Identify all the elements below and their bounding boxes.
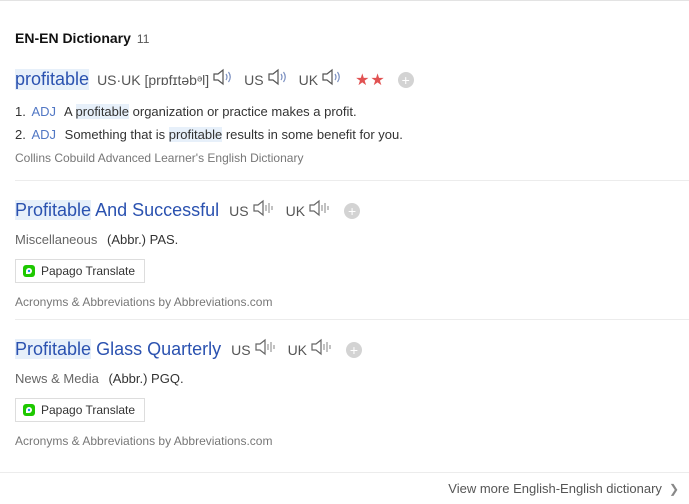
headword-link[interactable]: profitable — [15, 69, 90, 90]
headword-link[interactable]: Profitable Glass Quarterly — [15, 339, 221, 360]
papago-translate-button[interactable]: Papago Translate — [15, 398, 146, 422]
divider — [15, 180, 689, 181]
entry-profitable-and-successful: Profitable And Successful US UK + Miscel… — [15, 198, 689, 309]
speaker-icon[interactable] — [254, 337, 278, 362]
entry-meta: News & Media (Abbr.) PGQ. — [15, 371, 689, 386]
uk-label: UK — [285, 202, 306, 219]
view-more-bar: View more English-English dictionary ❯ — [0, 472, 689, 504]
us-label: US — [244, 71, 264, 88]
speaker-icon[interactable] — [310, 337, 334, 362]
pronunciation: US·UK [prɒfɪtəbᵊl] — [97, 71, 210, 88]
papago-icon — [23, 265, 35, 277]
entry-meta: Miscellaneous (Abbr.) PAS. — [15, 232, 689, 247]
speaker-icon[interactable] — [308, 198, 332, 223]
definition-item: 2. ADJ Something that is profitable resu… — [15, 127, 403, 142]
uk-label: UK — [287, 341, 308, 358]
highlighted-term: profitable — [168, 127, 223, 142]
section-title: EN-EN Dictionary — [15, 30, 131, 46]
us-label: US — [231, 341, 251, 358]
speaker-icon[interactable] — [212, 67, 234, 92]
speaker-icon[interactable] — [321, 67, 343, 92]
view-more-link[interactable]: View more English-English dictionary — [448, 481, 662, 496]
papago-icon — [23, 404, 35, 416]
definition-list: 1. ADJ A profitable organization or prac… — [15, 100, 689, 146]
frequency-stars: ★★ — [355, 71, 386, 89]
dictionary-source[interactable]: Acronyms & Abbreviations by Abbreviation… — [15, 295, 689, 309]
abbreviation: (Abbr.) PAS. — [107, 232, 179, 247]
entry-profitable: profitable US·UK [prɒfɪtəbᵊl] US UK ★★ +… — [15, 67, 689, 165]
speaker-icon[interactable] — [267, 67, 289, 92]
dictionary-source[interactable]: Acronyms & Abbreviations by Abbreviation… — [15, 434, 689, 448]
dictionary-source[interactable]: Collins Cobuild Advanced Learner's Engli… — [15, 151, 689, 165]
abbreviation: (Abbr.) PGQ. — [108, 371, 184, 386]
definition-item: 1. ADJ A profitable organization or prac… — [15, 104, 357, 119]
speaker-icon[interactable] — [252, 198, 276, 223]
divider — [15, 319, 689, 320]
add-wordbook-button[interactable]: + — [397, 71, 414, 88]
headword-link[interactable]: Profitable And Successful — [15, 200, 219, 221]
part-of-speech: ADJ — [31, 127, 57, 142]
papago-translate-button[interactable]: Papago Translate — [15, 259, 146, 283]
chevron-right-icon: ❯ — [668, 481, 679, 496]
uk-label: UK — [298, 71, 319, 88]
result-count: 11 — [136, 32, 150, 46]
part-of-speech: ADJ — [31, 104, 57, 119]
add-wordbook-button[interactable]: + — [344, 202, 361, 219]
highlighted-term: profitable — [75, 104, 130, 119]
category-label: Miscellaneous — [15, 232, 98, 247]
category-label: News & Media — [15, 371, 99, 386]
dictionary-header: EN-EN Dictionary 11 — [15, 30, 149, 46]
add-wordbook-button[interactable]: + — [346, 341, 363, 358]
entry-profitable-glass-quarterly: Profitable Glass Quarterly US UK + News … — [15, 337, 689, 448]
us-label: US — [229, 202, 249, 219]
